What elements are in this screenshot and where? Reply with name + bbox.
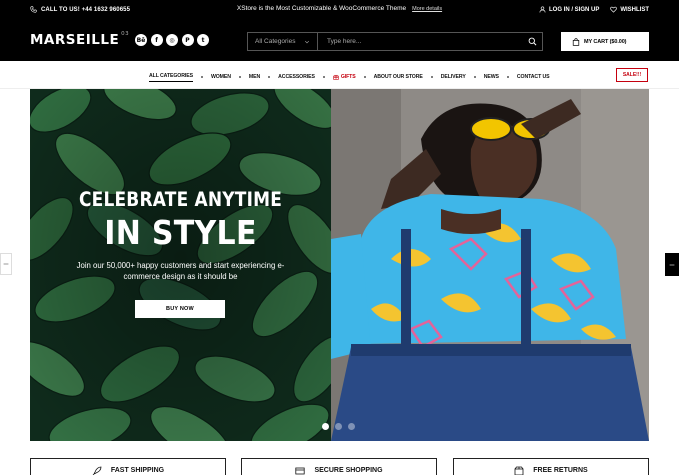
nav-item-men[interactable]: MEN: [249, 74, 260, 80]
buy-now-button[interactable]: BUY NOW: [135, 300, 225, 318]
twitter-icon[interactable]: t: [197, 34, 209, 46]
hero-subtitle: CELEBRATE ANYTIME: [78, 188, 283, 212]
nav-item-accessories[interactable]: ACCESSORIES: [278, 74, 315, 80]
nav-separator: [473, 75, 476, 78]
behance-icon[interactable]: Bē: [135, 34, 147, 46]
feature-label: SECURE SHOPPING: [314, 467, 383, 474]
nav-item-gifts[interactable]: GIFTS: [333, 74, 356, 80]
nav-separator: [200, 75, 203, 78]
category-select-value: All Categories: [255, 38, 296, 45]
hero-content: CELEBRATE ANYTIME IN STYLE Join our 50,0…: [30, 89, 331, 441]
nav-item-gifts-label: GIFTS: [340, 73, 356, 80]
hero-description: Join our 50,000+ happy customers and sta…: [76, 261, 285, 281]
feature-free-returns: FREE RETURNS: [453, 458, 649, 475]
minus-icon: [3, 263, 9, 265]
account-links: LOG IN / SIGN UP WISHLIST: [528, 6, 649, 13]
gift-icon: [333, 74, 339, 80]
nav-menu: ALL CATEGORIES WOMEN MEN ACCESSORIES GIF…: [149, 71, 550, 82]
feature-label: FREE RETURNS: [533, 467, 588, 474]
slider-pagination: [322, 423, 361, 430]
box-icon: [514, 466, 524, 475]
cart-button[interactable]: MY CART ($0.00): [561, 32, 649, 51]
site-logo[interactable]: MARSEILLE 03: [30, 31, 130, 48]
wishlist-label: WISHLIST: [620, 6, 649, 13]
hero-title: IN STYLE: [104, 214, 257, 253]
search-button[interactable]: [522, 33, 542, 50]
feature-secure-shopping: SECURE SHOPPING: [241, 458, 437, 475]
hero-model-image: [331, 89, 649, 441]
cart-label: MY CART ($0.00): [584, 38, 627, 45]
sale-button[interactable]: SALE!!!: [616, 68, 648, 82]
nav-separator: [430, 75, 433, 78]
nav-item-about[interactable]: ABOUT OUR STORE: [374, 74, 423, 80]
slider-next-button[interactable]: [665, 253, 679, 276]
credit-card-icon: [295, 467, 306, 475]
nav-item-women[interactable]: WOMEN: [211, 74, 231, 80]
login-link[interactable]: LOG IN / SIGN UP: [539, 6, 599, 13]
model-illustration: [331, 89, 649, 441]
feature-fast-shipping: FAST SHIPPING: [30, 458, 226, 475]
slide-dot-1[interactable]: [322, 423, 329, 430]
search-icon: [528, 37, 536, 46]
logo-superscript: 03: [121, 31, 130, 37]
nav-separator: [363, 75, 366, 78]
top-bar: CALL TO US! +44 1632 960655 XStore is th…: [0, 0, 679, 19]
instagram-icon[interactable]: ◎: [166, 34, 178, 46]
wishlist-link[interactable]: WISHLIST: [610, 6, 649, 13]
hero-slider: CELEBRATE ANYTIME IN STYLE Join our 50,0…: [30, 89, 649, 441]
nav-item-news[interactable]: NEWS: [484, 74, 499, 80]
chevron-down-icon: [304, 40, 310, 43]
nav-separator: [322, 75, 325, 78]
more-details-link[interactable]: More details: [412, 6, 442, 12]
minus-icon: [669, 264, 675, 265]
search-input[interactable]: [318, 33, 522, 50]
pinterest-icon[interactable]: P: [181, 34, 194, 46]
facebook-icon[interactable]: f: [150, 34, 163, 46]
hero-leaves-image: CELEBRATE ANYTIME IN STYLE Join our 50,0…: [30, 89, 331, 441]
heart-icon: [610, 6, 618, 13]
promo-text: XStore is the Most Customizable & WooCom…: [236, 5, 407, 12]
category-select[interactable]: All Categories: [248, 33, 318, 50]
search-bar: All Categories: [247, 32, 543, 51]
login-label: LOG IN / SIGN UP: [548, 6, 600, 13]
nav-separator: [268, 75, 271, 78]
main-nav: ALL CATEGORIES WOMEN MEN ACCESSORIES GIF…: [0, 61, 679, 89]
slide-dot-3[interactable]: [348, 423, 355, 430]
nav-separator: [506, 75, 509, 78]
nav-item-contact[interactable]: CONTACT US: [517, 74, 550, 80]
slide-dot-2[interactable]: [335, 423, 342, 430]
rocket-icon: [92, 466, 102, 475]
feature-label: FAST SHIPPING: [110, 467, 165, 474]
main-header: MARSEILLE03 Bē f ◎ P t All Categories MY…: [0, 19, 679, 61]
nav-separator: [238, 75, 241, 78]
nav-item-delivery[interactable]: DELIVERY: [441, 74, 466, 80]
social-links: Bē f ◎ P t: [135, 34, 213, 46]
slider-prev-button[interactable]: [0, 253, 12, 275]
shopping-bag-icon: [572, 37, 580, 46]
logo-text: MARSEILLE: [30, 32, 120, 48]
nav-item-all-categories[interactable]: ALL CATEGORIES: [149, 73, 193, 82]
user-icon: [539, 6, 546, 13]
